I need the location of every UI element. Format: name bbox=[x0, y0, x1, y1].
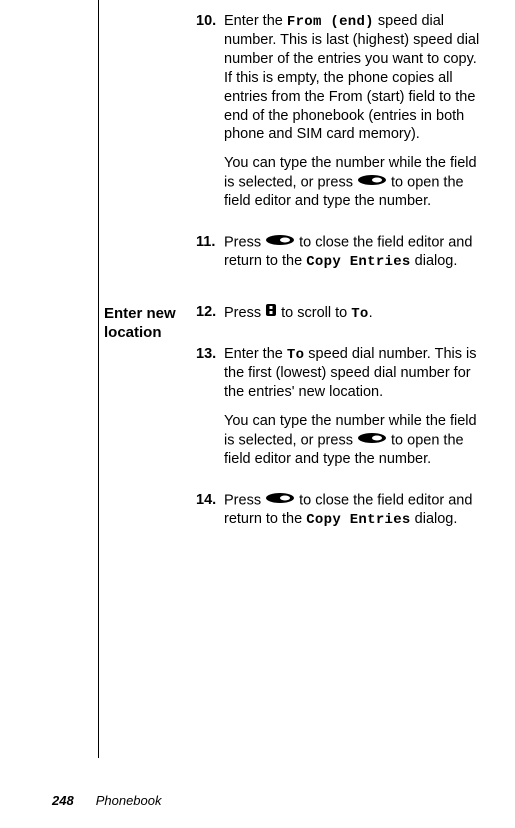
select-key-icon bbox=[357, 173, 387, 192]
page-footer: 248 Phonebook bbox=[52, 793, 161, 808]
step-11: 11. Press to close the field editor and … bbox=[196, 233, 487, 281]
scroll-key-icon bbox=[265, 303, 277, 323]
step-10: 10. Enter the From (end) speed dial numb… bbox=[196, 12, 487, 221]
text: to scroll to bbox=[277, 305, 351, 321]
chapter-name: Phonebook bbox=[96, 793, 162, 808]
section-content-1: 10. Enter the From (end) speed dial numb… bbox=[196, 12, 487, 293]
select-key-icon bbox=[265, 233, 295, 252]
step-number: 14. bbox=[196, 491, 224, 539]
step-number: 13. bbox=[196, 345, 224, 479]
mono-text: Copy Entries bbox=[306, 254, 410, 270]
mono-text: From (end) bbox=[287, 14, 374, 30]
step-text: Press to close the field editor and retu… bbox=[224, 491, 487, 539]
step-number: 10. bbox=[196, 12, 224, 221]
mono-text: To bbox=[287, 347, 304, 363]
text: Press bbox=[224, 305, 265, 321]
step-paragraph: Enter the To speed dial number. This is … bbox=[224, 345, 487, 402]
section-label: Enter new location bbox=[104, 303, 182, 551]
step-paragraph: Press to close the field editor and retu… bbox=[224, 491, 487, 529]
step-paragraph: You can type the number while the field … bbox=[224, 412, 487, 469]
text: Press bbox=[224, 234, 265, 250]
margin-rule bbox=[98, 0, 99, 758]
text: . bbox=[369, 305, 373, 321]
step-text: Press to scroll to To. bbox=[224, 303, 487, 333]
text: Enter the bbox=[224, 13, 287, 29]
step-number: 12. bbox=[196, 303, 224, 333]
text: Enter the bbox=[224, 346, 287, 362]
select-key-icon bbox=[265, 491, 295, 510]
step-14: 14. Press to close the field editor and … bbox=[196, 491, 487, 539]
step-text: Enter the From (end) speed dial number. … bbox=[224, 12, 487, 221]
step-paragraph: Enter the From (end) speed dial number. … bbox=[224, 12, 487, 144]
step-paragraph: Press to close the field editor and retu… bbox=[224, 233, 487, 271]
page-number: 248 bbox=[52, 793, 74, 808]
section-continue: 10. Enter the From (end) speed dial numb… bbox=[104, 12, 487, 293]
step-12: 12. Press to scroll to To. bbox=[196, 303, 487, 333]
section-enter-new-location: Enter new location 12. Press to scroll t… bbox=[104, 303, 487, 551]
text: Press bbox=[224, 492, 265, 508]
mono-text: To bbox=[351, 306, 368, 322]
step-13: 13. Enter the To speed dial number. This… bbox=[196, 345, 487, 479]
select-key-icon bbox=[357, 431, 387, 450]
section-content-2: 12. Press to scroll to To. 13. Enter the… bbox=[196, 303, 487, 551]
text: dialog. bbox=[411, 253, 458, 269]
mono-text: Copy Entries bbox=[306, 512, 410, 528]
step-number: 11. bbox=[196, 233, 224, 281]
text: dialog. bbox=[411, 511, 458, 527]
page-content: 10. Enter the From (end) speed dial numb… bbox=[0, 0, 515, 828]
text: speed dial number. This is last (highest… bbox=[224, 13, 479, 142]
step-text: Enter the To speed dial number. This is … bbox=[224, 345, 487, 479]
step-paragraph: Press to scroll to To. bbox=[224, 303, 487, 323]
step-text: Press to close the field editor and retu… bbox=[224, 233, 487, 281]
section-label-empty bbox=[104, 12, 182, 293]
step-paragraph: You can type the number while the field … bbox=[224, 154, 487, 211]
